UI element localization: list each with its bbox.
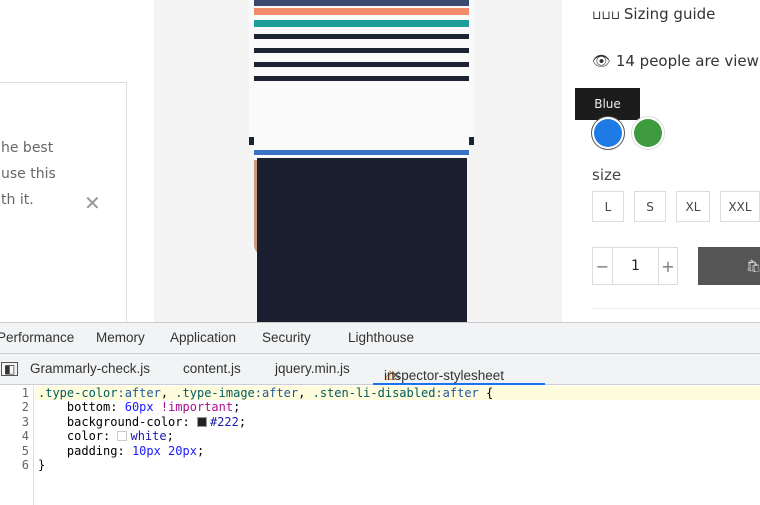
striped-shirt bbox=[254, 0, 469, 160]
color-swatch-blue[interactable] bbox=[594, 119, 622, 147]
ruler-icon: ⊔⊔⊔ bbox=[592, 8, 624, 22]
tab-lighthouse[interactable]: Lighthouse bbox=[348, 330, 414, 345]
color-tooltip: Blue bbox=[575, 88, 640, 120]
source-file-tabs: ◧ Grammarly-check.js content.js jquery.m… bbox=[0, 354, 760, 385]
divider bbox=[592, 308, 760, 309]
viewing-count: 👁 14 people are viewing bbox=[592, 52, 760, 70]
eye-icon: 👁 bbox=[592, 52, 612, 70]
file-tab-content[interactable]: content.js bbox=[183, 361, 241, 376]
code-line: .type-color:after, .type-image:after, .s… bbox=[35, 386, 760, 401]
toggle-navigator-icon[interactable]: ◧ bbox=[1, 362, 19, 376]
tab-memory[interactable]: Memory bbox=[96, 330, 145, 345]
color-swatch-green[interactable] bbox=[634, 119, 662, 147]
size-option[interactable]: XL bbox=[676, 191, 710, 222]
color-swatch-icon[interactable] bbox=[196, 416, 207, 427]
line-numbers: 1 2 3 4 5 6 bbox=[0, 386, 34, 505]
size-label: size bbox=[592, 166, 622, 184]
close-tab-icon[interactable]: ✕ bbox=[390, 368, 401, 384]
tab-security[interactable]: Security bbox=[262, 330, 311, 345]
color-swatch-icon[interactable] bbox=[117, 431, 128, 442]
size-option[interactable]: L bbox=[592, 191, 624, 222]
popup-dialog: he best use this th it. ✕ bbox=[0, 82, 127, 322]
shorts bbox=[257, 158, 467, 322]
file-tab-jquery[interactable]: jquery.min.js bbox=[275, 361, 350, 376]
code-line: color: white; bbox=[66, 429, 174, 444]
size-option[interactable]: XXL bbox=[720, 191, 760, 222]
popup-text: he best use this th it. bbox=[1, 140, 56, 208]
devtools-main-tabs: Performance Memory Application Security … bbox=[0, 323, 760, 354]
code-line: background-color: #222; bbox=[66, 414, 247, 429]
product-options: ⊔⊔⊔ Sizing guide 👁 14 people are viewing… bbox=[575, 0, 760, 322]
web-page: he best use this th it. ✕ ⊔⊔⊔ Sizing guide… bbox=[0, 0, 760, 322]
bag-icon: 🛍 bbox=[746, 259, 760, 273]
quantity-input[interactable]: 1 bbox=[613, 248, 659, 284]
size-option[interactable]: S bbox=[634, 191, 666, 222]
product-image bbox=[154, 0, 562, 322]
code-editor[interactable]: 1 2 3 4 5 6 .type-color:after, .type-ima… bbox=[0, 386, 760, 505]
quantity-stepper: − 1 + bbox=[592, 247, 678, 285]
decrease-button[interactable]: − bbox=[593, 248, 613, 284]
increase-button[interactable]: + bbox=[659, 248, 677, 284]
tab-performance[interactable]: Performance bbox=[0, 330, 74, 345]
code-line: } bbox=[38, 457, 46, 472]
devtools-panel: Performance Memory Application Security … bbox=[0, 322, 760, 505]
close-icon[interactable]: ✕ bbox=[84, 191, 101, 215]
add-to-cart-button[interactable]: 🛍 bbox=[698, 247, 760, 285]
tab-application[interactable]: Application bbox=[170, 330, 236, 345]
size-options: L S XL XXL bbox=[592, 191, 760, 222]
sizing-guide-link[interactable]: ⊔⊔⊔ Sizing guide bbox=[592, 5, 715, 23]
code-line: padding: 10px 20px; bbox=[66, 443, 205, 458]
code-line: bottom: 60px !important; bbox=[66, 400, 241, 415]
file-tab-grammarly[interactable]: Grammarly-check.js bbox=[30, 361, 150, 376]
